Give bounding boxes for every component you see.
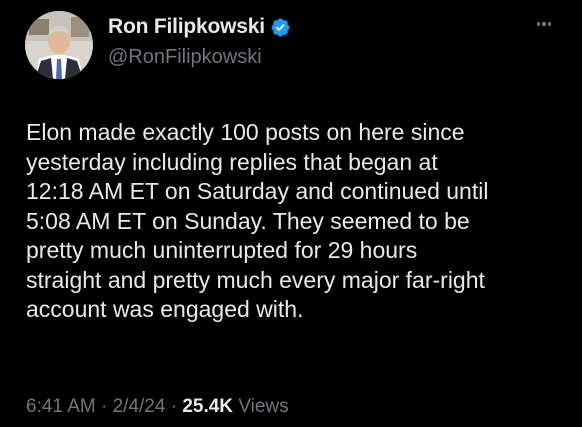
tweet-text-line: 12:18 AM ET on Saturday and continued un…	[26, 178, 489, 204]
tweet-card: Ron Filipkowski @RonFilipkowski Elon mad…	[0, 0, 582, 427]
meta-separator: ·	[170, 396, 178, 417]
avatar-image	[25, 11, 93, 79]
tweet-text-line: 5:08 AM ET on Sunday. They seemed to be	[26, 207, 470, 234]
views-label[interactable]: Views	[238, 396, 288, 417]
avatar[interactable]	[25, 11, 93, 79]
tweet-text-line: yesterday including replies that began a…	[26, 148, 438, 175]
tweet-text: Elon made exactly 100 posts on here sinc…	[26, 118, 566, 325]
tweet-text-line: Elon made exactly 100 posts on here sinc…	[26, 119, 465, 145]
tweet-meta: 6:41 AM · 2/4/24 · 25.4K Views	[26, 396, 289, 418]
tweet-time[interactable]: 6:41 AM	[26, 396, 96, 417]
tweet-text-line: straight and pretty much every major far…	[26, 266, 485, 293]
views-count[interactable]: 25.4K	[182, 396, 233, 417]
verified-badge-icon	[270, 17, 291, 38]
author-handle[interactable]: @RonFilipkowski	[108, 46, 262, 69]
more-horizontal-icon[interactable]	[530, 16, 558, 32]
tweet-text-line: pretty much uninterrupted for 29 hours	[26, 237, 418, 263]
tweet-date[interactable]: 2/4/24	[113, 396, 166, 417]
tweet-text-line: account was engaged with.	[26, 296, 304, 322]
author-name-row: Ron Filipkowski	[108, 15, 291, 39]
meta-separator: ·	[101, 396, 108, 417]
author-display-name[interactable]: Ron Filipkowski	[108, 15, 265, 39]
